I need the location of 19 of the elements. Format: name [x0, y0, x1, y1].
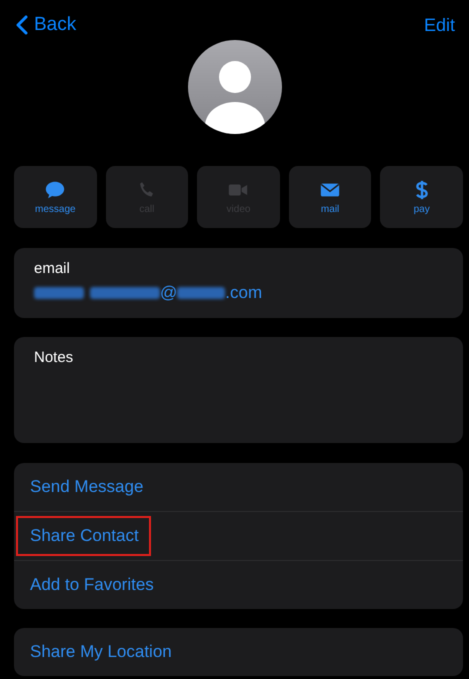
edit-button[interactable]: Edit — [424, 14, 455, 36]
redacted-text — [90, 287, 160, 299]
redacted-text — [34, 287, 84, 299]
message-icon — [44, 179, 66, 201]
notes-label: Notes — [34, 349, 74, 366]
redacted-text — [177, 287, 226, 299]
email-label: email — [34, 260, 71, 277]
share-location-link[interactable]: Share My Location — [16, 632, 184, 672]
mail-action-button[interactable]: mail — [288, 166, 372, 228]
back-button[interactable]: Back — [16, 14, 76, 36]
email-text[interactable]: .com — [225, 283, 262, 303]
chevron-left-icon — [16, 15, 28, 35]
avatar-icon — [188, 40, 282, 134]
email-text[interactable]: @ — [160, 283, 178, 303]
contact-action-link[interactable]: Add to Favorites — [16, 565, 166, 605]
contact-action-link[interactable]: Send Message — [16, 467, 156, 507]
pay-action-button[interactable]: pay — [380, 166, 463, 228]
message-action-button[interactable]: message — [14, 166, 97, 228]
contact-action-link[interactable]: Share Contact — [16, 516, 151, 556]
